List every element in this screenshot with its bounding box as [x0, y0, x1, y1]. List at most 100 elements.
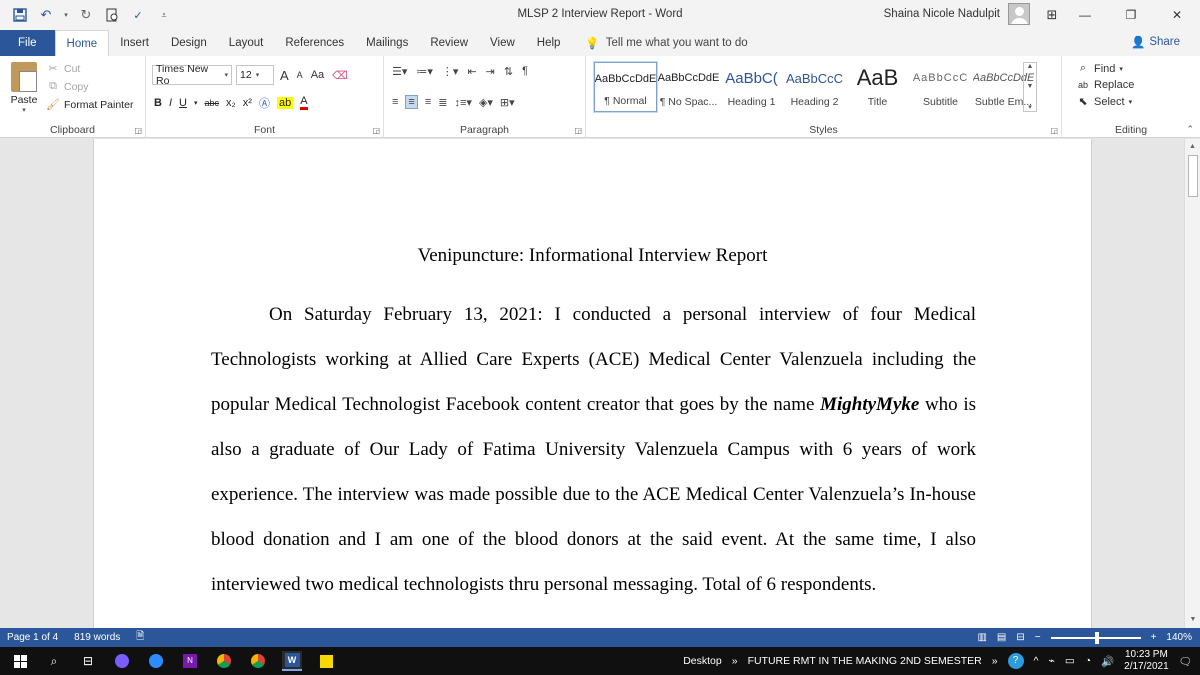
- word-count[interactable]: 819 words: [74, 632, 120, 643]
- tab-mailings[interactable]: Mailings: [355, 30, 419, 56]
- select-button[interactable]: ⬉ Select ▾: [1076, 95, 1134, 109]
- vertical-scrollbar[interactable]: ▲ ▼: [1184, 139, 1200, 628]
- search-icon[interactable]: ⌕: [44, 651, 64, 671]
- underline-button[interactable]: U: [179, 97, 187, 109]
- subscript-button[interactable]: x₂: [226, 97, 236, 109]
- style-title[interactable]: AaB Title: [846, 62, 909, 112]
- proofing-icon[interactable]: 🗎: [136, 629, 144, 646]
- help-icon[interactable]: ?: [1007, 653, 1024, 669]
- messenger-icon[interactable]: [112, 651, 132, 671]
- undo-dropdown-icon[interactable]: ▾: [62, 5, 70, 25]
- style-subtitle[interactable]: AaBbCcC Subtitle: [909, 62, 972, 112]
- font-color-icon[interactable]: A: [300, 96, 308, 110]
- change-case-button[interactable]: Aa: [309, 69, 326, 81]
- scroll-up-icon[interactable]: ▲: [1185, 139, 1200, 153]
- italic-button[interactable]: I: [169, 97, 172, 109]
- dialog-launcher-icon[interactable]: ◲: [574, 126, 582, 135]
- borders-icon[interactable]: ⊞▾: [500, 96, 515, 109]
- copy-button[interactable]: ⧉ Copy: [46, 80, 133, 93]
- strikethrough-button[interactable]: abc: [204, 98, 219, 108]
- shrink-font-button[interactable]: A: [295, 70, 305, 80]
- chevron-icon[interactable]: »: [732, 655, 738, 667]
- replace-button[interactable]: ab Replace: [1076, 79, 1134, 91]
- dialog-launcher-icon[interactable]: ◲: [134, 126, 142, 135]
- customize-qat-icon[interactable]: ⩡: [154, 5, 174, 25]
- tab-review[interactable]: Review: [419, 30, 479, 56]
- chevron-down-icon[interactable]: ▼: [1027, 83, 1034, 90]
- numbering-icon[interactable]: ≔▾: [416, 65, 433, 78]
- user-name[interactable]: Shaina Nicole Nadulpit: [884, 8, 1000, 20]
- page-count[interactable]: Page 1 of 4: [7, 632, 58, 643]
- multilevel-list-icon[interactable]: ⋮▾: [442, 65, 459, 78]
- chevron-up-icon[interactable]: ▲: [1027, 63, 1034, 70]
- collapse-ribbon-icon[interactable]: ⌃: [1186, 124, 1194, 135]
- redo-icon[interactable]: ↻: [76, 5, 96, 25]
- style-normal[interactable]: AaBbCcDdE ¶ Normal: [593, 61, 658, 113]
- text-effects-icon[interactable]: Ⓐ: [259, 95, 270, 111]
- notifications-icon[interactable]: 🗨: [1179, 655, 1192, 668]
- tab-design[interactable]: Design: [160, 30, 218, 56]
- paste-button[interactable]: Paste ▾: [6, 62, 42, 114]
- sticky-notes-icon[interactable]: [316, 651, 336, 671]
- zoom-slider-thumb[interactable]: [1094, 631, 1099, 644]
- tab-file[interactable]: File: [0, 30, 55, 56]
- find-button[interactable]: ⌕ Find ▾: [1076, 62, 1134, 75]
- dialog-launcher-icon[interactable]: ◲: [372, 126, 380, 135]
- read-mode-icon[interactable]: ▥: [977, 632, 986, 643]
- ribbon-display-options-icon[interactable]: ⊞: [1042, 5, 1062, 25]
- chrome-profile-icon[interactable]: [248, 651, 268, 671]
- show-hidden-icons-icon[interactable]: ^: [1034, 655, 1039, 667]
- format-painter-button[interactable]: 🖌 Format Painter: [46, 98, 133, 112]
- style-no-spacing[interactable]: AaBbCcDdE ¶ No Spac...: [657, 62, 720, 112]
- onenote-icon[interactable]: N: [180, 651, 200, 671]
- clock[interactable]: 10:23 PM 2/17/2021: [1124, 649, 1169, 673]
- task-view-icon[interactable]: ⊟: [78, 651, 98, 671]
- tab-insert[interactable]: Insert: [109, 30, 160, 56]
- zoom-in-button[interactable]: +: [1151, 632, 1157, 643]
- bold-button[interactable]: B: [154, 97, 162, 109]
- tab-view[interactable]: View: [479, 30, 526, 56]
- close-icon[interactable]: ✕: [1154, 0, 1200, 30]
- tab-layout[interactable]: Layout: [218, 30, 275, 56]
- style-heading-1[interactable]: AaBbC( Heading 1: [720, 62, 783, 112]
- style-heading-2[interactable]: AaBbCcC Heading 2: [783, 62, 846, 112]
- save-icon[interactable]: [10, 5, 30, 25]
- more-styles-icon[interactable]: ▾: [1028, 103, 1032, 111]
- cut-button[interactable]: ✂ Cut: [46, 62, 133, 76]
- decrease-indent-icon[interactable]: ⇤: [467, 65, 476, 78]
- scroll-thumb[interactable]: [1188, 155, 1198, 197]
- chrome-icon[interactable]: [214, 651, 234, 671]
- tab-references[interactable]: References: [274, 30, 355, 56]
- align-center-icon[interactable]: ≡: [405, 95, 418, 109]
- zoom-slider[interactable]: [1050, 631, 1141, 644]
- minimize-icon[interactable]: —: [1062, 0, 1108, 30]
- show-formatting-icon[interactable]: ¶: [522, 65, 528, 78]
- styles-gallery-scroll[interactable]: ▲ ▼ ▾: [1023, 62, 1037, 112]
- justify-icon[interactable]: ≣: [438, 96, 447, 109]
- superscript-button[interactable]: x²: [243, 97, 252, 109]
- align-right-icon[interactable]: ≡: [425, 96, 431, 108]
- scroll-down-icon[interactable]: ▼: [1185, 612, 1200, 626]
- document-page[interactable]: Venipuncture: Informational Interview Re…: [93, 139, 1092, 628]
- desktop-toolbar[interactable]: Desktop: [683, 655, 722, 667]
- avatar[interactable]: [1008, 3, 1030, 25]
- line-spacing-icon[interactable]: ↕≡▾: [454, 96, 471, 109]
- web-layout-icon[interactable]: ⊟: [1016, 632, 1024, 643]
- shading-icon[interactable]: ◈▾: [479, 96, 493, 109]
- tab-help[interactable]: Help: [526, 30, 572, 56]
- battery-icon[interactable]: ▭: [1065, 655, 1075, 667]
- zoom-level[interactable]: 140%: [1166, 632, 1192, 643]
- zoom-app-icon[interactable]: [146, 651, 166, 671]
- word-taskbar-icon[interactable]: W: [282, 651, 302, 671]
- folder-toolbar[interactable]: FUTURE RMT IN THE MAKING 2ND SEMESTER: [748, 655, 982, 667]
- share-button[interactable]: 👤 Share: [1131, 35, 1180, 49]
- grow-font-button[interactable]: A: [278, 68, 291, 83]
- network-icon[interactable]: ⌁: [1048, 655, 1054, 667]
- sort-icon[interactable]: ⇅: [504, 65, 513, 78]
- align-left-icon[interactable]: ≡: [392, 96, 398, 108]
- font-name-select[interactable]: Times New Ro ▾: [152, 63, 232, 87]
- print-preview-icon[interactable]: [102, 5, 122, 25]
- bullets-icon[interactable]: ☰▾: [392, 65, 407, 78]
- wifi-icon[interactable]: ◔: [1085, 655, 1091, 667]
- volume-icon[interactable]: 🔊: [1101, 655, 1114, 668]
